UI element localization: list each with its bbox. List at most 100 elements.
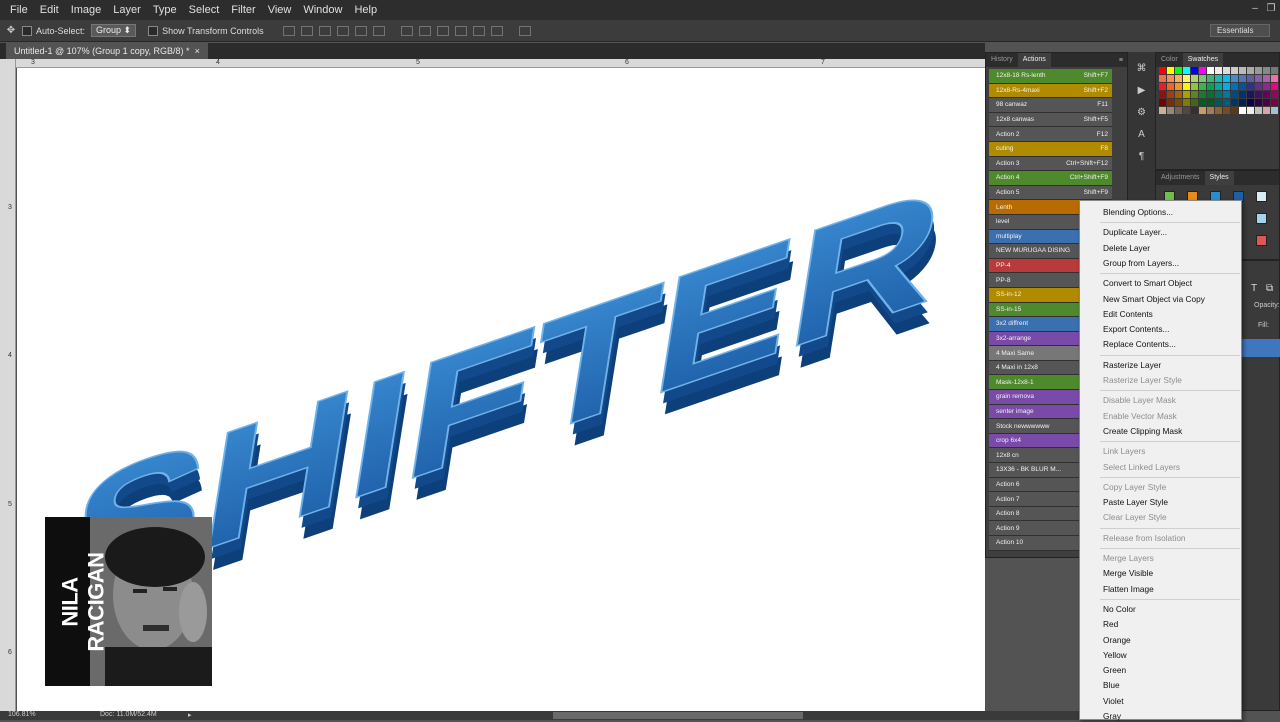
menu-layer[interactable]: Layer — [107, 0, 147, 20]
color-swatch[interactable] — [1255, 67, 1262, 74]
color-swatch[interactable] — [1167, 75, 1174, 82]
color-swatch[interactable] — [1271, 75, 1278, 82]
context-menu-item[interactable]: Create Clipping Mask — [1103, 425, 1182, 437]
color-swatch[interactable] — [1231, 75, 1238, 82]
color-swatch[interactable] — [1255, 75, 1262, 82]
color-swatch[interactable] — [1191, 99, 1198, 106]
distribute-bottom-icon[interactable] — [436, 25, 449, 36]
color-swatch[interactable] — [1207, 91, 1214, 98]
panel-menu-icon[interactable]: ≡ — [1119, 57, 1127, 64]
color-swatch[interactable] — [1183, 107, 1190, 114]
menu-view[interactable]: View — [262, 0, 298, 20]
color-swatch[interactable] — [1159, 83, 1166, 90]
workspace-switcher[interactable]: Essentials — [1210, 24, 1270, 37]
type-filter-icon[interactable]: T — [1251, 283, 1257, 294]
context-menu-item[interactable]: Gray — [1103, 710, 1121, 722]
color-swatch[interactable] — [1167, 67, 1174, 74]
color-swatch[interactable] — [1175, 75, 1182, 82]
color-swatch[interactable] — [1271, 67, 1278, 74]
color-swatch[interactable] — [1183, 91, 1190, 98]
tab-history[interactable]: History — [986, 53, 1018, 67]
color-swatch[interactable] — [1215, 99, 1222, 106]
color-swatch[interactable] — [1183, 75, 1190, 82]
color-swatch[interactable] — [1239, 83, 1246, 90]
color-swatch[interactable] — [1191, 107, 1198, 114]
context-menu-item[interactable]: Blue — [1103, 679, 1120, 691]
context-menu-item[interactable]: Export Contents... — [1103, 323, 1169, 335]
color-swatch[interactable] — [1199, 91, 1206, 98]
action-row[interactable]: Action 5 Shift+F9 — [989, 185, 1112, 201]
shape-filter-icon[interactable]: ⧉ — [1266, 283, 1273, 294]
color-swatch[interactable] — [1191, 67, 1198, 74]
restore-icon[interactable]: ❐ — [1264, 2, 1278, 16]
align-bottom-icon[interactable] — [318, 25, 331, 36]
action-row[interactable]: 12x8 canwas Shift+F5 — [989, 112, 1112, 128]
status-arrow-icon[interactable]: ▸ — [188, 711, 192, 719]
action-row[interactable]: 12x8-18 Rs-lenth Shift+F7 — [989, 69, 1112, 84]
color-swatch[interactable] — [1167, 107, 1174, 114]
color-swatch[interactable] — [1271, 83, 1278, 90]
color-swatch[interactable] — [1247, 67, 1254, 74]
close-tab-icon[interactable]: × — [192, 46, 200, 56]
document-canvas[interactable]: SHIFTER SHIFTER SHIFTER NILA RACIGAN — [17, 68, 985, 711]
color-swatch[interactable] — [1247, 75, 1254, 82]
menu-type[interactable]: Type — [147, 0, 183, 20]
action-row[interactable]: Action 2 F12 — [989, 127, 1112, 142]
context-menu-item[interactable]: Delete Layer — [1103, 242, 1150, 254]
color-swatch[interactable] — [1271, 107, 1278, 114]
color-swatch[interactable] — [1247, 107, 1254, 114]
color-swatch[interactable] — [1255, 107, 1262, 114]
context-menu-item[interactable]: Replace Contents... — [1103, 338, 1176, 350]
color-swatch[interactable] — [1263, 67, 1270, 74]
action-row[interactable]: 98 canwaz F11 — [989, 98, 1112, 113]
color-swatch[interactable] — [1255, 91, 1262, 98]
context-menu-item[interactable]: Violet — [1103, 695, 1124, 707]
play-action-icon[interactable]: ▶ — [1135, 86, 1149, 96]
color-swatch[interactable] — [1263, 75, 1270, 82]
color-swatch[interactable] — [1255, 99, 1262, 106]
context-menu-item[interactable]: Duplicate Layer... — [1103, 226, 1167, 238]
paragraph-icon[interactable]: ¶ — [1135, 152, 1149, 162]
align-hcenter-icon[interactable] — [354, 25, 367, 36]
horizontal-scrollbar[interactable] — [553, 712, 803, 719]
color-swatch[interactable] — [1239, 107, 1246, 114]
action-row[interactable]: Action 3 Ctrl+Shift+F12 — [989, 156, 1112, 172]
menu-select[interactable]: Select — [183, 0, 226, 20]
menu-filter[interactable]: Filter — [225, 0, 261, 20]
portrait-photo[interactable]: NILA RACIGAN — [45, 517, 212, 686]
color-swatch[interactable] — [1159, 67, 1166, 74]
distribute-top-icon[interactable] — [400, 25, 413, 36]
color-swatch[interactable] — [1175, 67, 1182, 74]
color-swatch[interactable] — [1239, 67, 1246, 74]
menu-window[interactable]: Window — [297, 0, 348, 20]
context-menu-item[interactable]: Convert to Smart Object — [1103, 277, 1192, 289]
color-swatch[interactable] — [1247, 91, 1254, 98]
auto-select-checkbox[interactable] — [22, 25, 32, 36]
context-menu-item[interactable]: Rasterize Layer — [1103, 359, 1161, 371]
color-swatch[interactable] — [1263, 83, 1270, 90]
context-menu-item[interactable]: Edit Contents — [1103, 308, 1153, 320]
move-tool-icon[interactable]: ✥ — [0, 25, 22, 36]
color-swatch[interactable] — [1191, 91, 1198, 98]
action-row[interactable]: cuting F8 — [989, 141, 1112, 157]
color-swatch[interactable] — [1175, 91, 1182, 98]
color-swatch[interactable] — [1271, 91, 1278, 98]
color-swatch[interactable] — [1263, 107, 1270, 114]
color-swatch[interactable] — [1207, 75, 1214, 82]
action-row[interactable]: Action 4 Ctrl+Shift+F9 — [989, 171, 1112, 186]
color-swatch[interactable] — [1239, 99, 1246, 106]
color-swatch[interactable] — [1231, 67, 1238, 74]
color-swatch[interactable] — [1199, 99, 1206, 106]
color-swatch[interactable] — [1271, 99, 1278, 106]
color-swatch[interactable] — [1215, 83, 1222, 90]
color-swatch[interactable] — [1215, 67, 1222, 74]
color-swatch[interactable] — [1231, 91, 1238, 98]
color-swatch[interactable] — [1231, 107, 1238, 114]
color-swatch[interactable] — [1215, 107, 1222, 114]
color-swatch[interactable] — [1207, 99, 1214, 106]
context-menu-item[interactable]: New Smart Object via Copy — [1103, 293, 1205, 305]
color-swatch[interactable] — [1199, 83, 1206, 90]
menu-edit[interactable]: Edit — [34, 0, 65, 20]
auto-select-dropdown[interactable]: Group ⬍ — [91, 24, 137, 37]
color-swatch[interactable] — [1223, 91, 1230, 98]
